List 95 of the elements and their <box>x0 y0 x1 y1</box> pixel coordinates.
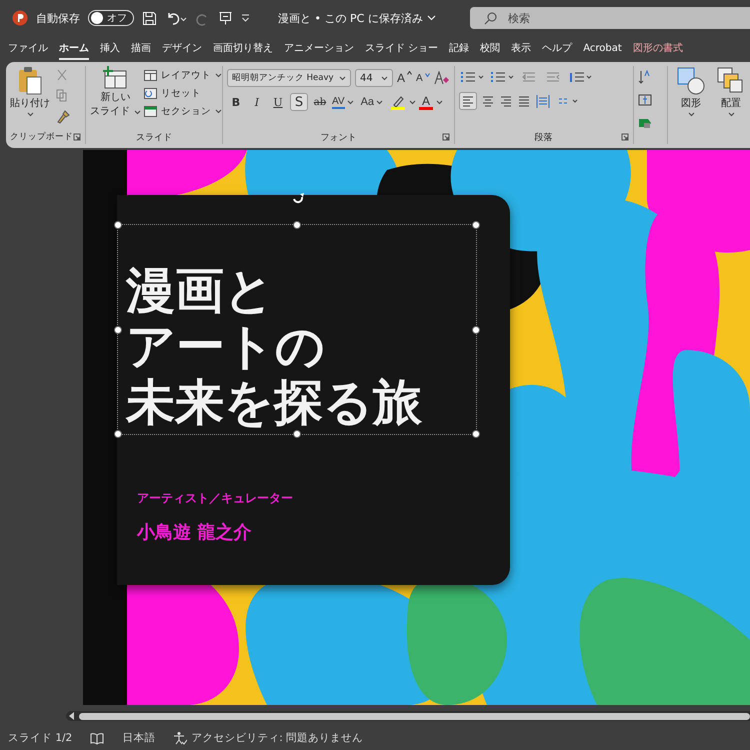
group-label: クリップボード <box>10 131 73 144</box>
ribbon-tab[interactable]: 図形の書式 <box>632 38 683 60</box>
autosave-label: 自動保存 <box>36 10 80 26</box>
ribbon-tab[interactable]: 描画 <box>131 38 151 60</box>
slide-canvas[interactable]: 漫画と アートの 未来を探る旅 アーティスト／キュレーター 小鳥遊 龍之介 <box>83 150 750 705</box>
caret-icon <box>214 109 222 114</box>
ribbon-tab[interactable]: アニメーション <box>284 38 354 60</box>
ribbon-tab[interactable]: デザイン <box>162 38 202 60</box>
horizontal-scrollbar[interactable] <box>66 711 750 721</box>
slide-title: 漫画と アートの 未来を探る旅 <box>126 263 423 431</box>
shrink-font-button[interactable]: A <box>416 72 430 84</box>
new-slide-icon <box>102 66 128 90</box>
dialog-launcher-icon[interactable] <box>620 133 629 141</box>
font-name-dropdown[interactable]: 昭明朝アンチック Heavy <box>226 69 351 87</box>
arrange-button[interactable]: 配置 <box>716 66 746 144</box>
section-button[interactable]: セクション <box>144 105 222 118</box>
ribbon-tab[interactable]: スライド ショー <box>365 38 438 60</box>
group-label: スライド <box>136 132 172 144</box>
slide-indicator: スライド 1/2 <box>8 731 72 745</box>
caret-icon <box>338 76 346 80</box>
caret-icon <box>26 112 34 117</box>
scroll-left-icon[interactable] <box>69 712 75 720</box>
group-label: フォント <box>320 132 356 144</box>
search-icon <box>484 12 497 25</box>
group-label: 段落 <box>534 132 553 144</box>
smartart-icon[interactable] <box>638 116 652 130</box>
paste-button[interactable]: 貼り付け <box>10 66 50 131</box>
character-spacing-button[interactable]: AV <box>332 96 354 108</box>
resize-handle[interactable] <box>472 326 480 334</box>
reset-button[interactable]: リセット <box>144 87 222 100</box>
font-size-dropdown[interactable]: 44 <box>354 69 393 87</box>
layout-button[interactable]: レイアウト <box>144 69 222 82</box>
reset-icon <box>144 88 157 99</box>
dialog-launcher-icon[interactable] <box>72 133 81 141</box>
clear-formatting-icon[interactable] <box>434 71 450 85</box>
customize-menu-icon[interactable] <box>241 14 250 22</box>
resize-handle[interactable] <box>114 430 122 438</box>
caret-icon <box>436 100 444 104</box>
ribbon-tab[interactable]: 表示 <box>511 38 532 60</box>
new-slide-button[interactable]: 新しい スライド <box>90 66 141 131</box>
accessibility-icon <box>173 731 188 745</box>
caret-icon <box>728 112 734 117</box>
resize-handle[interactable] <box>293 430 301 438</box>
role-subtitle: アーティスト／キュレーター <box>137 490 293 507</box>
font-color-button[interactable]: A <box>419 94 434 110</box>
ribbon-tab[interactable]: Acrobat <box>583 40 622 58</box>
person-name: 小鳥遊 龍之介 <box>137 521 252 544</box>
format-button[interactable]: ab <box>310 93 329 111</box>
app-logo-icon <box>12 10 28 26</box>
ribbon-tab[interactable]: 校閲 <box>480 38 500 60</box>
book-icon[interactable] <box>90 732 104 744</box>
search-field[interactable]: 検索 <box>470 7 750 29</box>
caret-icon <box>346 100 354 104</box>
resize-handle[interactable] <box>472 221 480 229</box>
format-button[interactable]: S <box>290 93 308 111</box>
caret-icon <box>134 110 141 114</box>
autosave-toggle[interactable]: オフ <box>88 10 134 26</box>
ribbon-tab[interactable]: ファイル <box>8 38 48 60</box>
caret-icon <box>380 76 388 80</box>
ribbon-tab[interactable]: 記録 <box>449 38 470 60</box>
document-title[interactable]: 漫画と • この PC に保存済み <box>272 10 442 26</box>
format-button[interactable]: U <box>268 93 287 111</box>
caret-icon <box>214 73 222 78</box>
ribbon-tab[interactable]: ヘルプ <box>542 38 572 60</box>
rotate-handle[interactable] <box>291 191 305 205</box>
language-indicator[interactable]: 日本語 <box>122 731 156 745</box>
section-icon <box>144 106 157 117</box>
shapes-button[interactable]: 図形 <box>676 66 706 144</box>
format-painter-icon[interactable] <box>56 110 70 124</box>
format-button[interactable]: I <box>248 93 266 111</box>
grow-font-button[interactable]: A <box>396 71 412 85</box>
text-direction-icon[interactable] <box>638 70 652 84</box>
layout-icon <box>144 70 157 81</box>
dialog-launcher-icon[interactable] <box>442 133 450 141</box>
caret-icon <box>688 112 694 117</box>
cut-icon <box>56 69 68 81</box>
resize-handle[interactable] <box>293 221 301 229</box>
change-case-button[interactable]: Aa <box>360 96 384 108</box>
caret-icon <box>426 15 436 21</box>
save-icon[interactable] <box>142 10 157 26</box>
format-button[interactable]: B <box>226 93 245 111</box>
ribbon-tab[interactable]: 挿入 <box>100 38 120 60</box>
resize-handle[interactable] <box>114 221 122 229</box>
presentation-icon[interactable] <box>218 10 233 26</box>
resize-handle[interactable] <box>472 430 480 438</box>
resize-handle[interactable] <box>114 326 122 334</box>
ribbon-tab[interactable]: 画面切り替え <box>213 38 273 60</box>
caret-icon <box>409 100 416 104</box>
highlighter-icon[interactable] <box>390 94 406 110</box>
align-text-icon[interactable] <box>638 93 652 107</box>
ribbon-tab[interactable]: ホーム <box>59 38 89 60</box>
accessibility-status[interactable]: アクセシビリティ: 問題ありません <box>173 731 364 745</box>
shapes-icon <box>676 66 706 96</box>
clipboard-icon <box>17 66 43 96</box>
caret-icon <box>376 100 384 104</box>
